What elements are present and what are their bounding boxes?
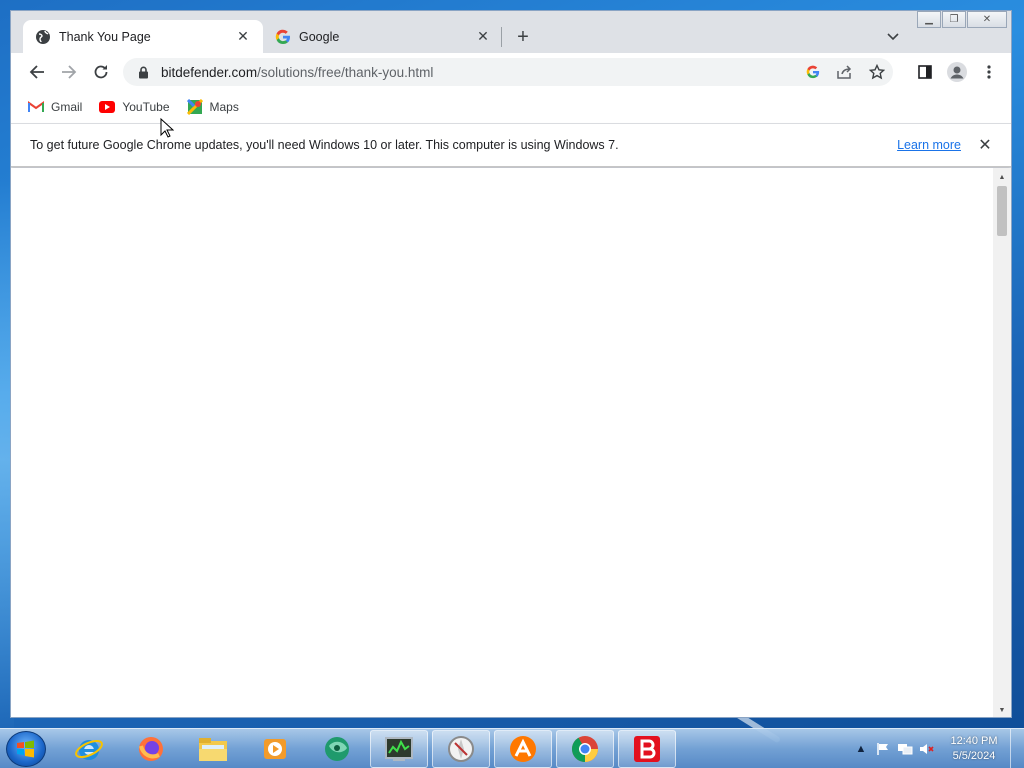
- mouse-cursor-icon: [160, 118, 174, 138]
- close-window-button[interactable]: ✕: [967, 11, 1007, 28]
- firefox-icon[interactable]: [122, 730, 180, 768]
- profile-button[interactable]: [943, 58, 971, 86]
- show-hidden-icons-icon[interactable]: ▲: [850, 738, 872, 760]
- side-panel-button[interactable]: [911, 58, 939, 86]
- clock-time: 12:40 PM: [950, 735, 998, 747]
- app-globe-icon[interactable]: [308, 730, 366, 768]
- gmail-icon: [27, 100, 45, 114]
- clock-date: 5/5/2024: [952, 750, 996, 762]
- avatar-icon: [947, 62, 967, 82]
- action-center-flag-icon[interactable]: [872, 738, 894, 760]
- kebab-menu-icon: [987, 65, 991, 79]
- bookmark-label: Gmail: [51, 100, 83, 114]
- tab-title: Google: [299, 29, 340, 44]
- arrow-left-icon: [29, 65, 44, 79]
- show-desktop-button[interactable]: [1010, 729, 1024, 768]
- reload-icon: [94, 65, 108, 79]
- address-bar[interactable]: bitdefender.com/solutions/free/thank-you…: [123, 58, 893, 86]
- close-tab-icon[interactable]: ✕: [235, 28, 251, 45]
- close-tab-icon[interactable]: ✕: [475, 28, 491, 45]
- volume-muted-icon[interactable]: [916, 738, 938, 760]
- maps-icon: [186, 99, 204, 115]
- bookmark-youtube[interactable]: YouTube: [98, 100, 170, 114]
- share-icon[interactable]: [829, 58, 861, 86]
- safari-icon[interactable]: [432, 730, 490, 768]
- clock[interactable]: 12:40 PM 5/5/2024: [938, 734, 1010, 764]
- url-host: bitdefender.com: [161, 64, 258, 80]
- tab-thank-you[interactable]: Thank You Page ✕: [23, 20, 263, 53]
- bookmark-label: YouTube: [122, 100, 170, 114]
- tab-title: Thank You Page: [59, 29, 151, 44]
- omnibox-actions: [797, 58, 893, 86]
- google-icon: [275, 29, 291, 45]
- vertical-scrollbar[interactable]: ▲ ▼: [993, 168, 1011, 717]
- network-icon[interactable]: [894, 738, 916, 760]
- youtube-icon: [98, 100, 116, 114]
- browser-toolbar: bitdefender.com/solutions/free/thank-you…: [11, 53, 1011, 91]
- bookmark-maps[interactable]: Maps: [186, 99, 239, 115]
- google-translate-icon[interactable]: [797, 58, 829, 86]
- system-tray: ▲ 12:40 PM 5/5/2024: [850, 729, 1024, 768]
- url-path: /solutions/free/thank-you.html: [257, 64, 434, 80]
- side-panel-icon: [918, 65, 932, 79]
- scroll-down-arrow-icon[interactable]: ▼: [993, 703, 1011, 717]
- new-tab-button[interactable]: +: [511, 25, 535, 49]
- back-button[interactable]: [23, 58, 51, 86]
- infobar-message: To get future Google Chrome updates, you…: [30, 138, 619, 152]
- lock-icon[interactable]: [135, 64, 151, 80]
- globe-icon: [35, 29, 51, 45]
- close-infobar-icon[interactable]: ✕: [975, 135, 995, 155]
- tab-google[interactable]: Google ✕: [263, 20, 503, 53]
- menu-button[interactable]: [975, 58, 1003, 86]
- chevron-down-icon: [887, 33, 899, 41]
- taskbar: ▲ 12:40 PM 5/5/2024: [0, 728, 1024, 768]
- avast-icon[interactable]: [494, 730, 552, 768]
- reload-button[interactable]: [87, 58, 115, 86]
- tab-search-button[interactable]: [883, 27, 903, 47]
- bookmark-gmail[interactable]: Gmail: [27, 100, 82, 114]
- start-button[interactable]: [6, 731, 46, 767]
- scroll-up-arrow-icon[interactable]: ▲: [993, 170, 1011, 184]
- arrow-right-icon: [62, 65, 77, 79]
- minimize-button[interactable]: ▁: [917, 11, 941, 28]
- chrome-icon[interactable]: [556, 730, 614, 768]
- windows-logo-icon: [17, 740, 34, 758]
- internet-explorer-icon[interactable]: [60, 730, 118, 768]
- scroll-thumb[interactable]: [997, 186, 1007, 236]
- media-player-icon[interactable]: [246, 730, 304, 768]
- file-explorer-icon[interactable]: [184, 730, 242, 768]
- window-controls: ▁ ❐ ✕: [917, 11, 1007, 29]
- page-content[interactable]: [11, 168, 994, 717]
- bookmark-star-icon[interactable]: [861, 58, 893, 86]
- task-manager-icon[interactable]: [370, 730, 428, 768]
- learn-more-link[interactable]: Learn more: [897, 138, 961, 152]
- forward-button[interactable]: [55, 58, 83, 86]
- bookmark-label: Maps: [209, 100, 239, 114]
- restore-button[interactable]: ❐: [942, 11, 966, 28]
- tab-separator: [501, 27, 502, 47]
- chrome-window: Thank You Page ✕ Google ✕ + ▁ ❐ ✕ bitdef…: [10, 10, 1012, 718]
- bitdefender-icon[interactable]: [618, 730, 676, 768]
- tab-strip: Thank You Page ✕ Google ✕ + ▁ ❐ ✕: [11, 11, 1011, 53]
